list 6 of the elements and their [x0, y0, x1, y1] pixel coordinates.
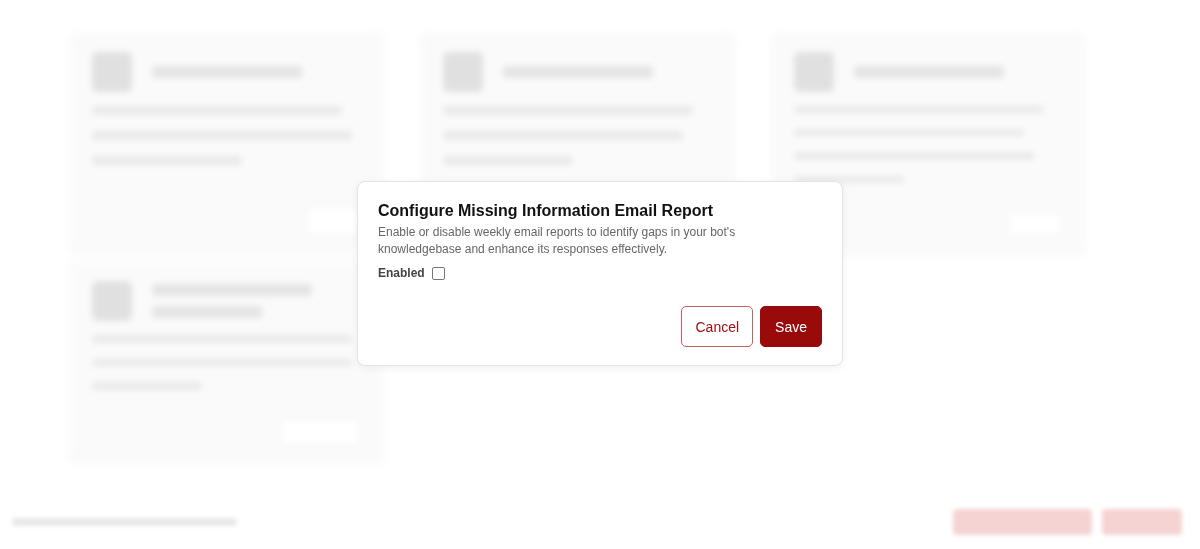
dialog-description: Enable or disable weekly email reports to identify gaps in your bot's knowledgebase and enhance its responses effectively.	[378, 224, 737, 258]
dialog-title: Configure Missing Information Email Report	[378, 202, 715, 220]
save-button[interactable]: Save	[760, 306, 822, 347]
enabled-checkbox[interactable]	[431, 266, 445, 280]
cancel-button[interactable]: Cancel	[681, 306, 754, 347]
enabled-label: Enabled	[378, 266, 425, 280]
